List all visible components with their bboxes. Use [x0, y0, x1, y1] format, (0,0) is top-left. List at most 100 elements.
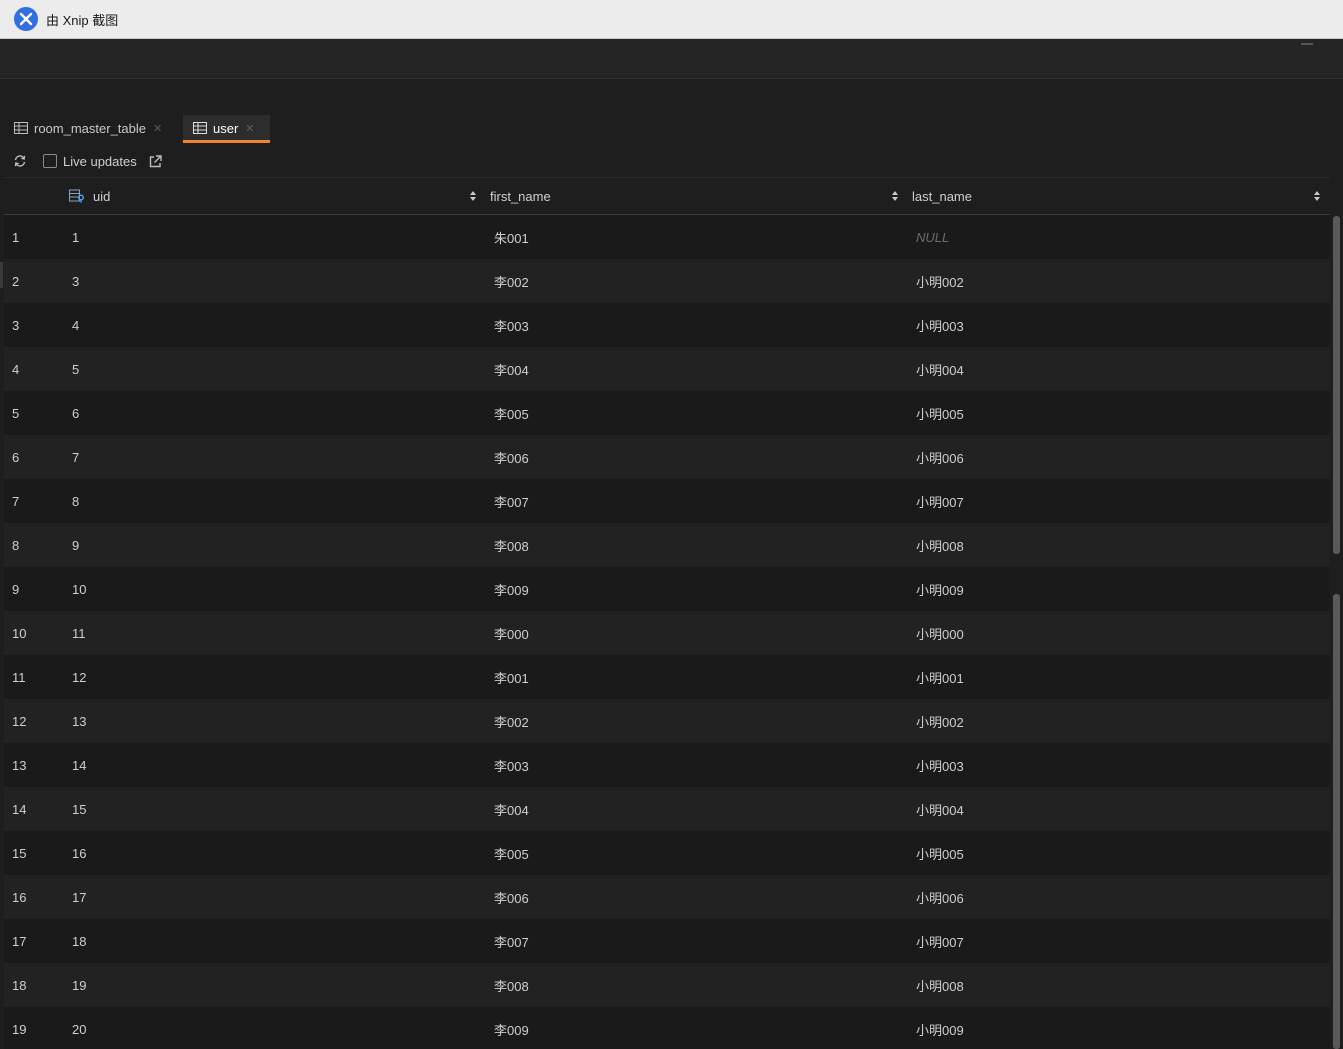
close-icon[interactable]: ✕ [153, 122, 162, 135]
tab-room-master-table[interactable]: room_master_table ✕ [4, 115, 180, 141]
table-row[interactable]: 19 20 李009 小明009 [4, 1007, 1330, 1049]
cell-uid[interactable]: 8 [72, 479, 79, 523]
cell-last-name[interactable]: 小明009 [916, 1007, 964, 1049]
close-icon[interactable]: ✕ [245, 122, 254, 135]
cell-first-name[interactable]: 李005 [494, 831, 529, 875]
sort-icon[interactable] [470, 191, 476, 201]
table-row[interactable]: 13 14 李003 小明003 [4, 743, 1330, 787]
cell-last-name[interactable]: 小明006 [916, 875, 964, 919]
cell-first-name[interactable]: 李007 [494, 479, 529, 523]
cell-uid[interactable]: 20 [72, 1007, 86, 1049]
cell-last-name[interactable]: 小明006 [916, 435, 964, 479]
cell-uid[interactable]: 19 [72, 963, 86, 1007]
cell-first-name[interactable]: 李003 [494, 743, 529, 787]
cell-first-name[interactable]: 李002 [494, 259, 529, 303]
table-row[interactable]: 15 16 李005 小明005 [4, 831, 1330, 875]
window-titlebar: 由 Xnip 截图 [0, 0, 1343, 39]
column-header-first-name[interactable]: first_name [490, 178, 551, 214]
cell-first-name[interactable]: 李006 [494, 875, 529, 919]
cell-last-name[interactable]: 小明003 [916, 743, 964, 787]
cell-last-name[interactable]: 小明004 [916, 347, 964, 391]
cell-uid[interactable]: 4 [72, 303, 79, 347]
cell-uid[interactable]: 7 [72, 435, 79, 479]
cell-first-name[interactable]: 李009 [494, 1007, 529, 1049]
cell-first-name[interactable]: 李001 [494, 655, 529, 699]
cell-last-name[interactable]: 小明004 [916, 787, 964, 831]
cell-uid[interactable]: 1 [72, 215, 79, 259]
cell-first-name[interactable]: 李005 [494, 391, 529, 435]
table-row[interactable]: 11 12 李001 小明001 [4, 655, 1330, 699]
table-row[interactable]: 18 19 李008 小明008 [4, 963, 1330, 1007]
cell-uid[interactable]: 5 [72, 347, 79, 391]
table-row[interactable]: 6 7 李006 小明006 [4, 435, 1330, 479]
cell-uid[interactable]: 14 [72, 743, 86, 787]
cell-first-name[interactable]: 李007 [494, 919, 529, 963]
cell-last-name[interactable]: 小明003 [916, 303, 964, 347]
cell-first-name[interactable]: 朱001 [494, 215, 529, 259]
cell-last-name[interactable]: 小明008 [916, 523, 964, 567]
table-row[interactable]: 16 17 李006 小明006 [4, 875, 1330, 919]
table-row[interactable]: 3 4 李003 小明003 [4, 303, 1330, 347]
sort-icon[interactable] [1314, 191, 1320, 201]
table-row[interactable]: 8 9 李008 小明008 [4, 523, 1330, 567]
table-row[interactable]: 9 10 李009 小明009 [4, 567, 1330, 611]
table-row[interactable]: 1 1 朱001 NULL [4, 215, 1330, 259]
cell-last-name[interactable]: 小明005 [916, 391, 964, 435]
table-row[interactable]: 14 15 李004 小明004 [4, 787, 1330, 831]
external-link-icon[interactable] [149, 154, 162, 168]
tab-label: room_master_table [34, 120, 146, 136]
refresh-icon[interactable] [13, 154, 27, 168]
scrollbar-thumb[interactable] [1333, 216, 1340, 554]
cell-uid[interactable]: 6 [72, 391, 79, 435]
table-icon [14, 122, 28, 134]
scrollbar-thumb[interactable] [1333, 594, 1340, 1049]
table-row[interactable]: 10 11 李000 小明000 [4, 611, 1330, 655]
table-row[interactable]: 12 13 李002 小明002 [4, 699, 1330, 743]
cell-uid[interactable]: 3 [72, 259, 79, 303]
cell-last-name[interactable]: 小明008 [916, 963, 964, 1007]
cell-value: 14 [12, 801, 27, 817]
live-updates-checkbox[interactable] [43, 154, 57, 168]
cell-last-name[interactable]: 小明001 [916, 655, 964, 699]
cell-uid[interactable]: 15 [72, 787, 86, 831]
cell-uid[interactable]: 18 [72, 919, 86, 963]
cell-first-name[interactable]: 李008 [494, 523, 529, 567]
cell-uid[interactable]: 17 [72, 875, 86, 919]
cell-first-name[interactable]: 李000 [494, 611, 529, 655]
cell-first-name[interactable]: 李004 [494, 347, 529, 391]
cell-last-name[interactable]: 小明005 [916, 831, 964, 875]
cell-last-name[interactable]: NULL [916, 215, 949, 259]
cell-last-name[interactable]: 小明007 [916, 479, 964, 523]
cell-value: 小明004 [916, 362, 964, 378]
cell-uid[interactable]: 16 [72, 831, 86, 875]
sort-icon[interactable] [892, 191, 898, 201]
data-grid: uid first_name last_name 1 1 朱001 NULL 2 3 李00… [4, 177, 1330, 1049]
table-row[interactable]: 5 6 李005 小明005 [4, 391, 1330, 435]
table-row[interactable]: 17 18 李007 小明007 [4, 919, 1330, 963]
table-row[interactable]: 2 3 李002 小明002 [4, 259, 1330, 303]
table-row[interactable]: 4 5 李004 小明004 [4, 347, 1330, 391]
cell-uid[interactable]: 9 [72, 523, 79, 567]
cell-last-name[interactable]: 小明002 [916, 699, 964, 743]
cell-uid[interactable]: 11 [72, 611, 86, 655]
cell-uid[interactable]: 10 [72, 567, 86, 611]
cell-first-name[interactable]: 李003 [494, 303, 529, 347]
cell-last-name[interactable]: 小明002 [916, 259, 964, 303]
cell-uid[interactable]: 12 [72, 655, 86, 699]
cell-value: 李006 [494, 890, 529, 906]
cell-first-name[interactable]: 李008 [494, 963, 529, 1007]
column-header-last-name[interactable]: last_name [912, 178, 972, 214]
cell-first-name[interactable]: 李004 [494, 787, 529, 831]
pin-icon[interactable] [1301, 39, 1313, 45]
tab-user[interactable]: user ✕ [183, 115, 270, 143]
column-header-uid[interactable]: uid [69, 178, 110, 214]
cell-uid[interactable]: 13 [72, 699, 86, 743]
cell-first-name[interactable]: 李009 [494, 567, 529, 611]
cell-value: 8 [12, 537, 20, 553]
table-row[interactable]: 7 8 李007 小明007 [4, 479, 1330, 523]
cell-first-name[interactable]: 李002 [494, 699, 529, 743]
cell-last-name[interactable]: 小明009 [916, 567, 964, 611]
cell-last-name[interactable]: 小明007 [916, 919, 964, 963]
cell-last-name[interactable]: 小明000 [916, 611, 964, 655]
cell-first-name[interactable]: 李006 [494, 435, 529, 479]
